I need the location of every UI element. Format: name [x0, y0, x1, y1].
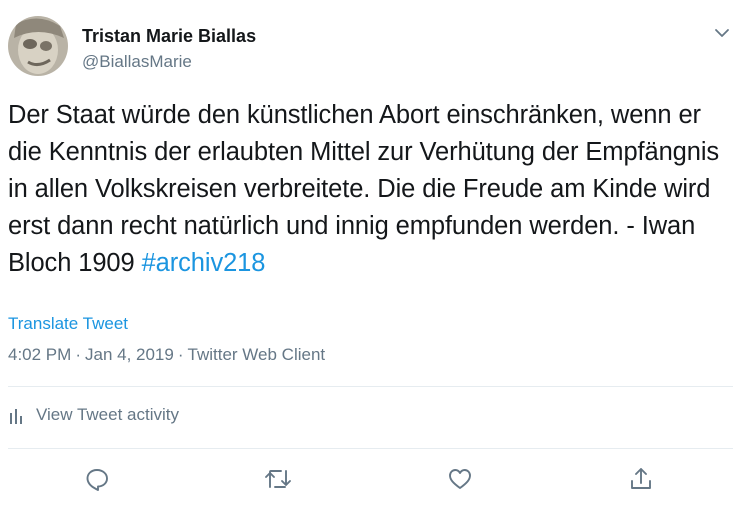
- tweet-body: Der Staat würde den künstlichen Abort ei…: [8, 101, 720, 277]
- meta-separator: ·: [75, 345, 81, 364]
- hashtag-link[interactable]: #archiv218: [142, 249, 266, 277]
- reply-icon: [84, 466, 110, 497]
- like-button[interactable]: [443, 464, 477, 498]
- share-icon: [628, 466, 654, 497]
- retweet-icon: [263, 466, 293, 497]
- divider: [8, 386, 733, 387]
- author-name[interactable]: Tristan Marie Biallas: [82, 26, 256, 47]
- retweet-button[interactable]: [261, 464, 295, 498]
- view-tweet-activity-label: View Tweet activity: [36, 405, 179, 424]
- tweet-date[interactable]: Jan 4, 2019: [85, 345, 174, 364]
- heart-icon: [447, 466, 473, 497]
- author-handle[interactable]: @BiallasMarie: [82, 52, 192, 72]
- tweet-actions: [0, 464, 741, 498]
- tweet-time[interactable]: 4:02 PM: [8, 345, 71, 364]
- tweet-card: Tristan Marie Biallas @BiallasMarie Der …: [0, 0, 741, 513]
- translate-tweet-link[interactable]: Translate Tweet: [8, 314, 128, 334]
- bar-chart-icon: [8, 407, 26, 425]
- avatar[interactable]: [8, 16, 68, 76]
- chevron-down-icon[interactable]: [711, 22, 733, 44]
- divider: [8, 448, 733, 449]
- reply-button[interactable]: [80, 464, 114, 498]
- tweet-text: Der Staat würde den künstlichen Abort ei…: [8, 97, 736, 282]
- view-tweet-activity-button[interactable]: View Tweet activity: [8, 405, 179, 425]
- tweet-metadata: 4:02 PM · Jan 4, 2019 · Twitter Web Client: [8, 345, 325, 365]
- share-button[interactable]: [624, 464, 658, 498]
- tweet-client[interactable]: Twitter Web Client: [188, 345, 326, 364]
- meta-separator: ·: [177, 345, 184, 364]
